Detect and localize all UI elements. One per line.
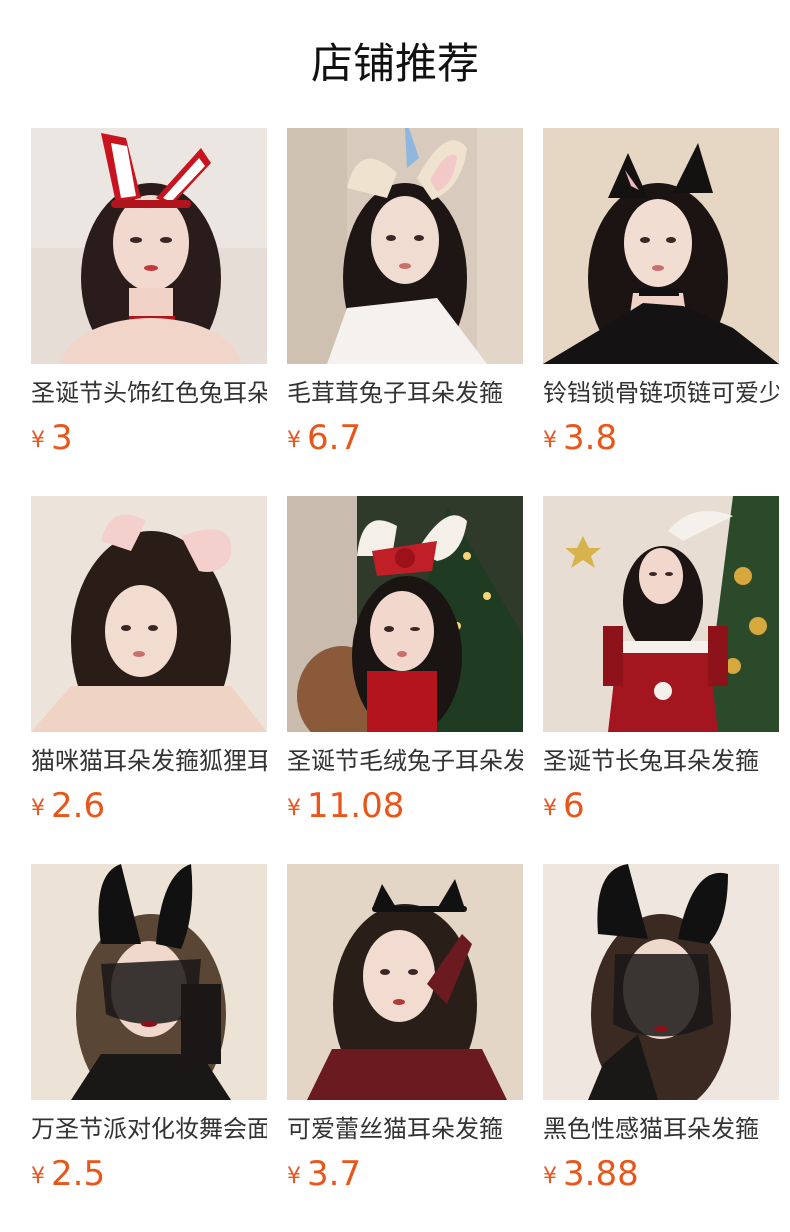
product-price: ¥6.7 bbox=[287, 416, 361, 460]
product-name[interactable]: 万圣节派对化妆舞会面纱 bbox=[31, 1112, 267, 1146]
price-value: 3.8 bbox=[563, 418, 618, 458]
currency-symbol: ¥ bbox=[31, 1164, 45, 1189]
product-price: ¥2.5 bbox=[31, 1152, 105, 1196]
price-value: 2.6 bbox=[51, 786, 106, 826]
product-card[interactable]: 毛茸茸兔子耳朵发箍 ¥6.7 bbox=[287, 128, 523, 458]
price-value: 6 bbox=[563, 786, 585, 826]
product-card[interactable]: 铃铛锁骨链项链可爱少女 ¥3.8 bbox=[543, 128, 779, 458]
product-name[interactable]: 圣诞节头饰红色兔耳朵 bbox=[31, 376, 267, 410]
product-name[interactable]: 黑色性感猫耳朵发箍 bbox=[543, 1112, 779, 1146]
product-grid: 圣诞节头饰红色兔耳朵 ¥3 毛茸茸兔子耳朵发箍 ¥ 6.7 铃铛锁骨链项链可爱少… bbox=[31, 128, 779, 1194]
section-title: 店铺推荐 bbox=[310, 39, 479, 88]
product-price: ¥6 bbox=[543, 784, 585, 828]
product-card[interactable]: 圣诞节长兔耳朵发箍 ¥6 bbox=[543, 496, 779, 826]
product-image[interactable] bbox=[31, 496, 267, 732]
currency-symbol: ¥ bbox=[543, 796, 557, 821]
product-card[interactable]: 可爱蕾丝猫耳朵发箍 ¥3.7 bbox=[287, 864, 523, 1194]
product-card[interactable]: 圣诞节头饰红色兔耳朵 ¥3 bbox=[31, 128, 267, 458]
product-card[interactable]: 万圣节派对化妆舞会面纱 ¥2.5 bbox=[31, 864, 267, 1194]
product-image[interactable] bbox=[543, 128, 779, 364]
product-image[interactable] bbox=[543, 864, 779, 1100]
currency-symbol: ¥ bbox=[287, 1164, 301, 1189]
product-image[interactable] bbox=[287, 496, 523, 732]
product-price: ¥3.8 bbox=[543, 416, 617, 460]
price-value: 6.7 bbox=[307, 418, 362, 458]
product-image[interactable] bbox=[31, 128, 267, 364]
currency-symbol: ¥ bbox=[31, 796, 45, 821]
product-price: ¥3.88 bbox=[543, 1152, 639, 1196]
product-image[interactable] bbox=[31, 864, 267, 1100]
price-value: 3.88 bbox=[563, 1154, 639, 1194]
product-image[interactable] bbox=[543, 496, 779, 732]
price-value: 3.7 bbox=[307, 1154, 362, 1194]
currency-symbol: ¥ bbox=[287, 428, 301, 453]
product-card[interactable]: 猫咪猫耳朵发箍狐狸耳 ¥2.6 bbox=[31, 496, 267, 826]
product-name[interactable]: 圣诞节毛绒兔子耳朵发箍 bbox=[287, 744, 523, 778]
product-card[interactable]: 圣诞节毛绒兔子耳朵发箍 ¥11.08 bbox=[287, 496, 523, 826]
product-name[interactable]: 毛茸茸兔子耳朵发箍 bbox=[287, 376, 523, 410]
product-image[interactable] bbox=[287, 128, 523, 364]
currency-symbol: ¥ bbox=[31, 428, 45, 453]
product-price: ¥3 bbox=[31, 416, 73, 460]
product-name[interactable]: 猫咪猫耳朵发箍狐狸耳 bbox=[31, 744, 267, 778]
product-price: ¥3.7 bbox=[287, 1152, 361, 1196]
product-price: ¥11.08 bbox=[287, 784, 404, 828]
currency-symbol: ¥ bbox=[543, 1164, 557, 1189]
price-value: 11.08 bbox=[307, 786, 405, 826]
currency-symbol: ¥ bbox=[543, 428, 557, 453]
price-value: 2.5 bbox=[51, 1154, 106, 1194]
product-card[interactable]: 黑色性感猫耳朵发箍 ¥3.88 bbox=[543, 864, 779, 1194]
product-name[interactable]: 可爱蕾丝猫耳朵发箍 bbox=[287, 1112, 523, 1146]
recommend-page: 店铺推荐 圣诞节头饰红色兔耳朵 ¥ 3 毛茸茸兔子耳朵发箍 ¥ 6.7 铃铛锁骨… bbox=[0, 0, 790, 1232]
product-name[interactable]: 铃铛锁骨链项链可爱少女 bbox=[543, 376, 779, 410]
product-image[interactable] bbox=[287, 864, 523, 1100]
price-value: 3 bbox=[51, 418, 73, 458]
product-name[interactable]: 圣诞节长兔耳朵发箍 bbox=[543, 744, 779, 778]
currency-symbol: ¥ bbox=[287, 796, 301, 821]
product-price: ¥2.6 bbox=[31, 784, 105, 828]
